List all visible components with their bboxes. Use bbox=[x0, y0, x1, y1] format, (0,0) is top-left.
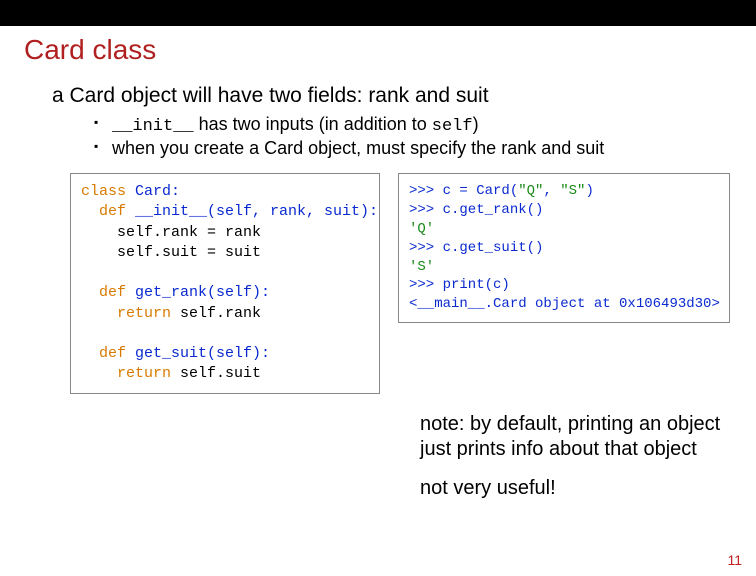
bullet-tail: ) bbox=[473, 114, 479, 134]
code-line: self.suit = suit bbox=[81, 244, 261, 261]
code-repl: >>> c = Card("Q", "S") >>> c.get_rank() … bbox=[398, 173, 730, 323]
note-block: note: by default, printing an object jus… bbox=[420, 412, 740, 501]
repl-close: ) bbox=[585, 183, 593, 199]
repl-line: >>> c.get_suit() bbox=[409, 240, 543, 256]
fn-init: __init__(self, rank, suit): bbox=[135, 203, 378, 220]
code-line: self.rank bbox=[180, 305, 261, 322]
note-default: note: by default, printing an object jus… bbox=[420, 412, 740, 462]
class-name: Card: bbox=[135, 183, 180, 200]
repl-line: >>> print(c) bbox=[409, 277, 510, 293]
repl-out: <__main__.Card object at 0x106493d30> bbox=[409, 296, 720, 312]
bullet-item-init: __init__ has two inputs (in addition to … bbox=[94, 114, 732, 136]
code-line: self.rank = rank bbox=[81, 224, 261, 241]
bullet-text: has two inputs (in addition to bbox=[194, 114, 432, 134]
kw-class: class bbox=[81, 183, 135, 200]
code-definition: class Card: def __init__(self, rank, sui… bbox=[70, 173, 380, 394]
repl-out: 'Q' bbox=[409, 221, 434, 237]
kw-def: def bbox=[81, 284, 135, 301]
kw-def: def bbox=[81, 345, 135, 362]
fn-getsuit: get_suit(self): bbox=[135, 345, 270, 362]
repl-line: >>> c = Card( bbox=[409, 183, 518, 199]
note-notuseful: not very useful! bbox=[420, 476, 740, 501]
repl-out: 'S' bbox=[409, 259, 434, 275]
slide-title: Card class bbox=[24, 34, 732, 66]
bullet-item-create: when you create a Card object, must spec… bbox=[94, 138, 732, 159]
code-init: __init__ bbox=[112, 117, 194, 136]
repl-line: >>> c.get_rank() bbox=[409, 202, 543, 218]
top-bar bbox=[0, 0, 756, 26]
code-line: self.suit bbox=[180, 365, 261, 382]
fn-getrank: get_rank(self): bbox=[135, 284, 270, 301]
kw-return: return bbox=[81, 305, 180, 322]
page-number: 11 bbox=[727, 552, 742, 568]
kw-return: return bbox=[81, 365, 180, 382]
slide-body: Card class a Card object will have two f… bbox=[0, 26, 756, 501]
str-s: "S" bbox=[560, 183, 585, 199]
code-self: self bbox=[432, 117, 473, 136]
slide-subtitle: a Card object will have two fields: rank… bbox=[52, 84, 732, 108]
repl-comma: , bbox=[543, 183, 560, 199]
str-q: "Q" bbox=[518, 183, 543, 199]
bullet-list: __init__ has two inputs (in addition to … bbox=[94, 114, 732, 159]
kw-def: def bbox=[81, 203, 135, 220]
code-columns: class Card: def __init__(self, rank, sui… bbox=[70, 173, 732, 394]
